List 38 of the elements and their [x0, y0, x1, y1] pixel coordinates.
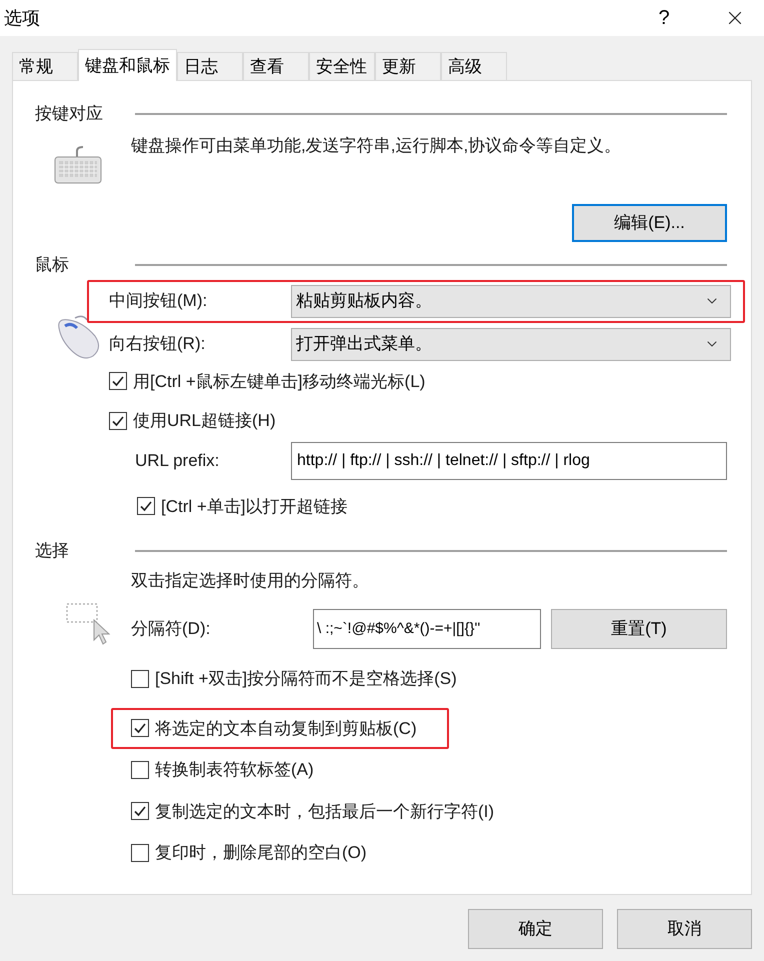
field-label: 中间按钮(M): — [109, 290, 208, 312]
field-label: 分隔符(D): — [131, 618, 212, 640]
checkbox[interactable]: 使用URL超链接(H) — [109, 408, 727, 434]
tab[interactable]: 更新 — [375, 52, 441, 80]
section-heading: 选择 — [35, 540, 70, 562]
delimiter-field[interactable]: \ :;~`!@#$%^&*()-=+|[]{}'' — [313, 609, 541, 649]
window-title: 选项 — [4, 6, 40, 30]
tab[interactable]: 查看 — [243, 52, 309, 80]
checkmark-icon — [133, 804, 147, 818]
checkbox[interactable]: 复印时，删除尾部的空白(O) — [131, 840, 367, 866]
checkmark-icon — [111, 374, 125, 388]
description-text: 双击指定选择时使用的分隔符。 — [131, 570, 370, 592]
tab[interactable]: 安全性 — [309, 52, 375, 80]
checkmark-icon — [133, 721, 147, 736]
help-button[interactable]: ? — [644, 3, 684, 33]
checkbox[interactable]: 复制选定的文本时，包括最后一个新行字符(I) — [131, 798, 494, 824]
dialog-button[interactable]: 取消 — [617, 909, 752, 949]
dropdown[interactable]: 打开弹出式菜单。 — [291, 328, 731, 360]
tab[interactable]: 常规 — [12, 52, 78, 80]
checkmark-icon — [111, 414, 125, 428]
checkbox[interactable]: [Ctrl +单击]以打开超链接 — [137, 494, 727, 519]
checkbox[interactable]: 转换制表符软标签(A) — [131, 757, 314, 782]
url-prefix-field[interactable]: http:// | ftp:// | ssh:// | telnet:// | sftp:// | rlog — [291, 442, 727, 480]
section-heading: 按键对应 — [35, 103, 104, 125]
tab[interactable]: 键盘和鼠标 — [78, 49, 177, 81]
dialog-button[interactable]: 确定 — [468, 909, 603, 949]
reset-button[interactable]: 重置(T) — [551, 609, 727, 649]
section-heading: 鼠标 — [35, 254, 70, 276]
tab[interactable]: 日志 — [177, 52, 243, 80]
tab[interactable]: 高级 — [441, 52, 507, 80]
checkbox[interactable]: [Shift +双击]按分隔符而不是空格选择(S) — [131, 666, 457, 692]
dropdown[interactable]: 粘贴剪贴板内容。 — [291, 284, 731, 318]
edit-button[interactable]: 编辑(E)... — [572, 204, 727, 242]
checkbox[interactable]: 用[Ctrl +鼠标左键单击]移动终端光标(L) — [109, 368, 727, 394]
description-text: 键盘操作可由菜单功能,发送字符串,运行脚本,协议命令等自定义。 — [131, 134, 622, 156]
field-label: URL prefix: — [135, 450, 220, 472]
field-label: 向右按钮(R): — [109, 333, 206, 356]
checkmark-icon — [139, 499, 153, 514]
